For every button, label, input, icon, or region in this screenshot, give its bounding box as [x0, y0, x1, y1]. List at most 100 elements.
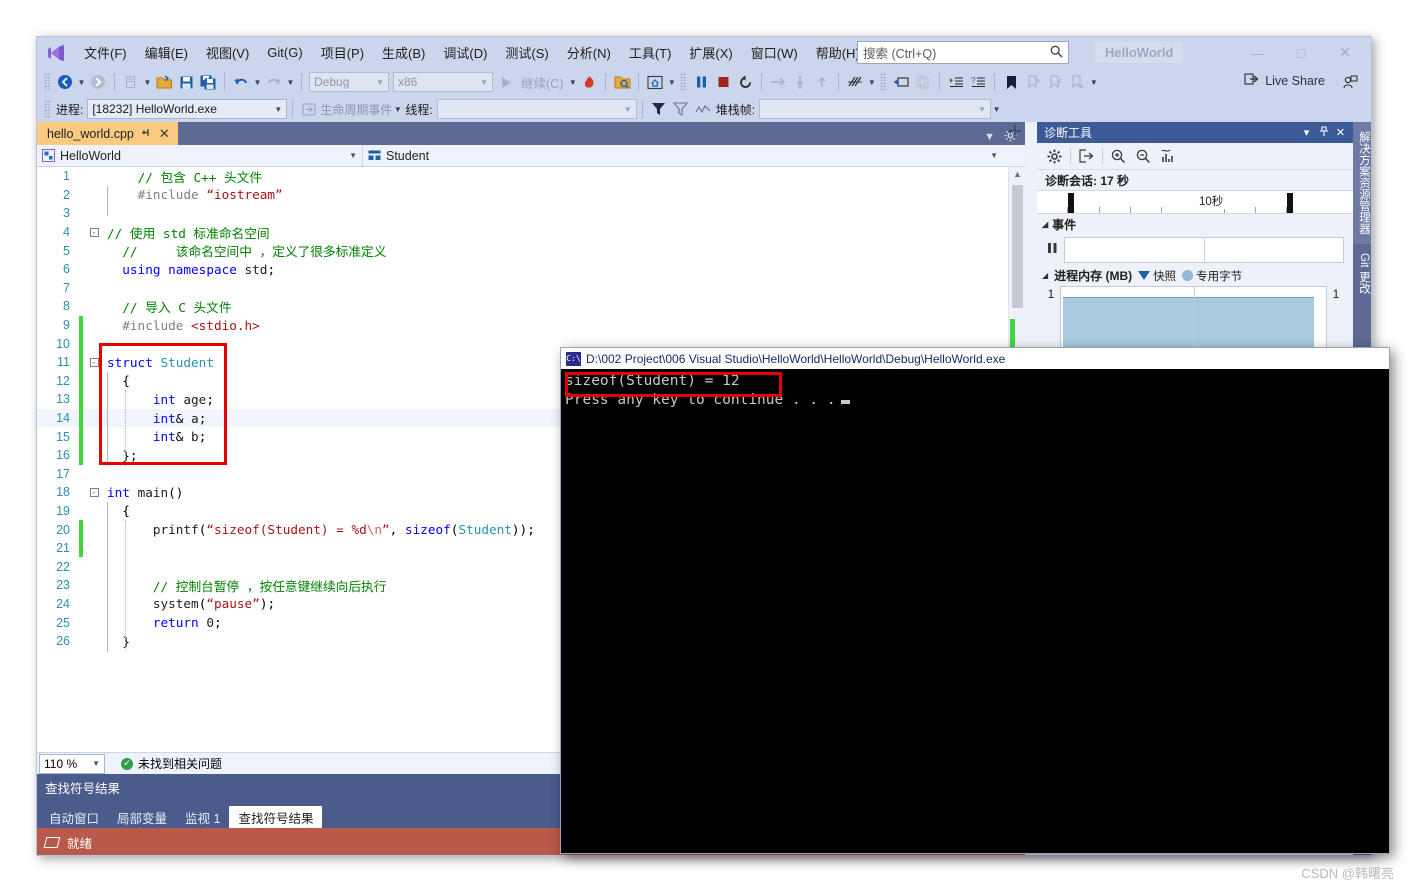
menu-test[interactable]: 测试(S)	[496, 39, 557, 66]
step-home-chevron-down-icon[interactable]: ▼	[666, 78, 677, 87]
process-select[interactable]: [18232] HelloWorld.exe ▼	[87, 99, 288, 119]
hot-reload-icon[interactable]	[578, 71, 600, 93]
open-file-icon[interactable]	[153, 71, 175, 93]
redo-chevron-down-icon[interactable]: ▼	[285, 78, 296, 87]
step-out-icon[interactable]	[811, 71, 833, 93]
toolbar-grip[interactable]	[880, 73, 888, 91]
save-icon[interactable]	[175, 71, 197, 93]
clear-bookmarks-icon[interactable]	[1066, 71, 1088, 93]
panel-chevron-down-icon[interactable]: ▾	[1298, 126, 1315, 139]
menu-debug[interactable]: 调试(D)	[434, 39, 496, 66]
continue-button[interactable]: 继续(C)	[517, 73, 567, 92]
break-all-icon[interactable]	[690, 71, 712, 93]
zoom-out-icon[interactable]	[1131, 145, 1156, 167]
lifecycle-chevron-down-icon[interactable]: ▼	[392, 105, 403, 114]
save-all-icon[interactable]	[197, 71, 219, 93]
toolbar-overflow-chevron-down-icon[interactable]: ▼	[1088, 78, 1099, 87]
zoom-in-icon[interactable]	[1106, 145, 1131, 167]
thread-select[interactable]: ▼	[436, 99, 637, 119]
navbar-member-select[interactable]: Student ▼	[363, 145, 1003, 167]
menu-extensions[interactable]: 扩展(X)	[680, 39, 741, 66]
menu-window[interactable]: 窗口(W)	[742, 39, 807, 66]
step-home-icon[interactable]	[644, 71, 666, 93]
screenshot-icon[interactable]	[611, 71, 633, 93]
lifecycle-events-label[interactable]: 生命周期事件	[320, 101, 392, 118]
fold-gutter[interactable]: -	[83, 486, 105, 498]
menu-tools[interactable]: 工具(T)	[620, 39, 681, 66]
panel-tab[interactable]: 查找符号结果	[229, 806, 323, 828]
next-bookmark-icon[interactable]	[1022, 71, 1044, 93]
flag-filter-icon[interactable]	[670, 98, 692, 120]
step-over-icon[interactable]	[767, 71, 789, 93]
fold-gutter[interactable]: -	[83, 356, 105, 368]
scroll-up-arrow-icon[interactable]: ▲	[1013, 169, 1022, 179]
menu-analyze[interactable]: 分析(N)	[558, 39, 620, 66]
procbar-overflow-chevron-down-icon[interactable]: ▼	[991, 105, 1002, 114]
gear-icon[interactable]	[1042, 145, 1067, 167]
send-feedback-icon[interactable]	[1339, 71, 1361, 93]
undo-chevron-down-icon[interactable]: ▼	[252, 78, 263, 87]
panel-pin-icon[interactable]	[1315, 125, 1332, 140]
zoom-level-select[interactable]: 110 % ▼	[39, 753, 105, 774]
maximize-button[interactable]: □	[1279, 38, 1323, 67]
events-section-header[interactable]: ◢ 事件	[1037, 214, 1353, 234]
filter-icon[interactable]	[648, 98, 670, 120]
tab-hello-world-cpp[interactable]: hello_world.cpp ✕	[37, 122, 178, 145]
tab-overflow-chevron-down-icon[interactable]: ▼	[984, 131, 995, 143]
export-icon[interactable]	[1074, 145, 1099, 167]
navigate-back-icon[interactable]	[54, 71, 76, 93]
step-into-icon[interactable]	[789, 71, 811, 93]
panel-close-icon[interactable]: ✕	[1332, 126, 1349, 139]
menu-git[interactable]: Git(G)	[258, 41, 311, 64]
previous-bookmark-icon[interactable]	[1044, 71, 1066, 93]
navigate-forward-icon[interactable]	[87, 71, 109, 93]
fold-collapse-icon[interactable]: -	[89, 487, 99, 497]
undo-icon[interactable]	[230, 71, 252, 93]
threads-window-icon[interactable]	[844, 71, 866, 93]
menu-project[interactable]: 项目(P)	[312, 39, 373, 66]
stack-chart-icon[interactable]	[692, 98, 714, 120]
new-file-chevron-down-icon[interactable]: ▼	[142, 78, 153, 87]
lifecycle-events-icon[interactable]	[298, 98, 320, 120]
copy-frame-icon[interactable]	[912, 71, 934, 93]
scrollbar-thumb[interactable]	[1012, 185, 1023, 308]
minimize-button[interactable]: —	[1235, 38, 1279, 67]
panel-tab[interactable]: 自动窗口	[40, 806, 108, 828]
stop-debugging-icon[interactable]	[712, 71, 734, 93]
redo-icon[interactable]	[263, 71, 285, 93]
pin-icon[interactable]	[141, 127, 152, 141]
vtab-git-changes[interactable]: Git 更改	[1353, 244, 1371, 303]
stack-frame-select[interactable]: ▼	[759, 99, 992, 119]
select-tools-chart-icon[interactable]	[1156, 145, 1181, 167]
menu-edit[interactable]: 编辑(E)	[136, 39, 197, 66]
solution-platform-select[interactable]: x86 ▼	[393, 72, 493, 92]
threads-chevron-down-icon[interactable]: ▼	[866, 78, 877, 87]
console-window[interactable]: C:\ D:\002 Project\006 Visual Studio\Hel…	[560, 347, 1390, 854]
menu-file[interactable]: 文件(F)	[75, 39, 136, 66]
show-next-statement-icon[interactable]	[890, 71, 912, 93]
bookmark-icon[interactable]	[1000, 71, 1022, 93]
toolbar-grip[interactable]	[44, 73, 51, 91]
indent-icon[interactable]	[945, 71, 967, 93]
close-icon[interactable]: ✕	[159, 126, 170, 142]
comment-icon[interactable]: ?	[967, 71, 989, 93]
vtab-solution-explorer[interactable]: 解决方案资源管理器	[1353, 122, 1371, 244]
fold-gutter[interactable]: -	[83, 226, 105, 238]
navbar-project-select[interactable]: HelloWorld ▼	[37, 144, 363, 167]
live-share-button[interactable]: Live Share	[1244, 72, 1325, 89]
split-view-icon[interactable]	[1008, 124, 1022, 141]
menu-build[interactable]: 生成(B)	[373, 39, 434, 66]
new-file-icon[interactable]	[120, 71, 142, 93]
navigate-back-chevron-down-icon[interactable]: ▼	[76, 78, 87, 87]
panel-tab[interactable]: 局部变量	[108, 806, 176, 828]
search-input[interactable]: 搜索 (Ctrl+Q)	[857, 41, 1069, 64]
start-debug-play-icon[interactable]	[495, 71, 517, 93]
continue-chevron-down-icon[interactable]: ▼	[567, 78, 578, 87]
toolbar-grip[interactable]	[680, 73, 688, 91]
fold-collapse-icon[interactable]: -	[89, 227, 99, 237]
panel-tab[interactable]: 监视 1	[176, 806, 229, 828]
close-button[interactable]: ✕	[1323, 38, 1367, 67]
menu-view[interactable]: 视图(V)	[197, 39, 258, 66]
memory-section-header[interactable]: ◢ 进程内存 (MB) 快照 专用字节	[1037, 265, 1353, 286]
procbar-grip[interactable]	[44, 100, 51, 118]
